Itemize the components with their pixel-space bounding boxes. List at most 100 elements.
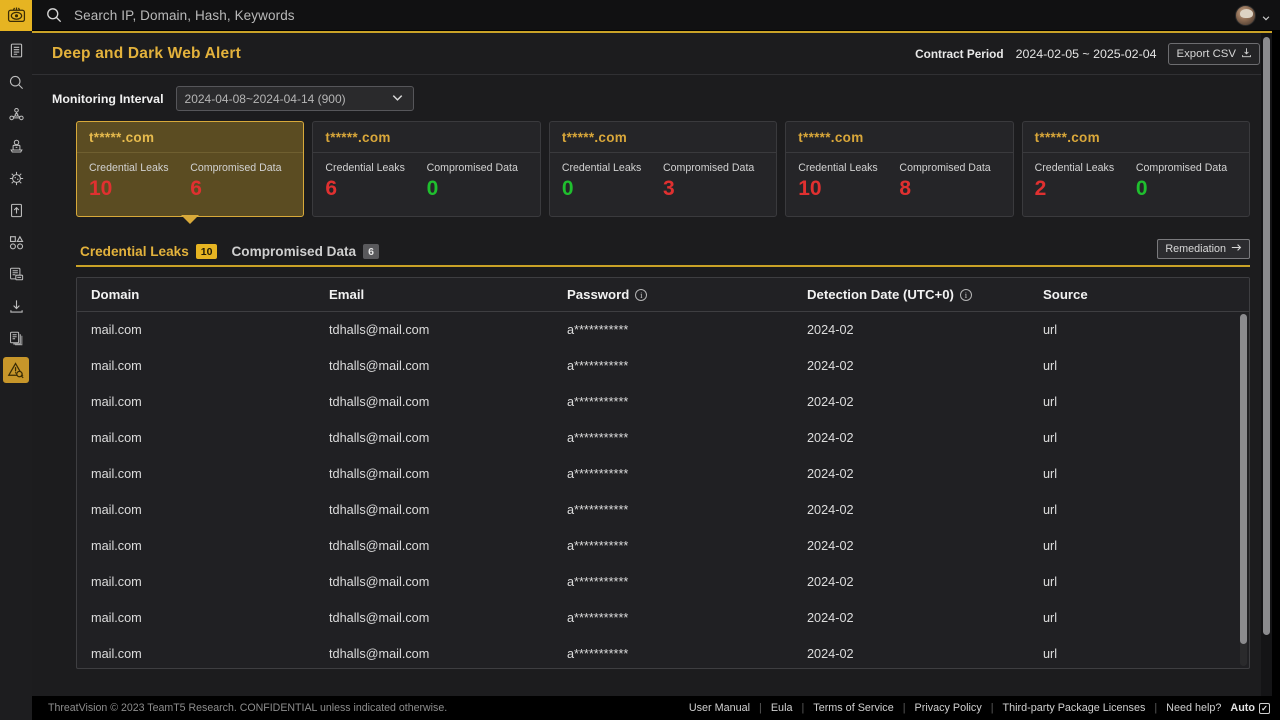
alert-triangle-search-icon	[7, 361, 25, 379]
domain-card[interactable]: t*****.com Credential Leaks 6 Compromise…	[312, 121, 541, 217]
domain-card[interactable]: t*****.com Credential Leaks 2 Compromise…	[1021, 121, 1251, 217]
sidebar-item-malware[interactable]	[3, 165, 29, 191]
avatar[interactable]	[1235, 4, 1256, 26]
application-window: Deep and Dark Web Alert Contract Period …	[0, 0, 1280, 720]
info-icon[interactable]: i	[635, 288, 648, 301]
column-header-domain[interactable]: Domain	[77, 287, 315, 302]
sidebar-item-sandbox-upload[interactable]	[3, 197, 29, 223]
sidebar-item-reports[interactable]	[3, 37, 29, 63]
cell-domain: mail.com	[91, 503, 142, 517]
metric-compromised-data: Compromised Data 3	[663, 162, 764, 202]
footer-links: User Manual | Eula | Terms of Service | …	[689, 702, 1270, 714]
export-csv-label: Export CSV	[1176, 47, 1236, 60]
table-scrollbar[interactable]	[1240, 314, 1247, 666]
cell-detection-date: 2024-02	[807, 575, 854, 589]
cell-source: url	[1043, 539, 1058, 553]
metric-value: 10	[798, 177, 822, 200]
column-header-email[interactable]: Email	[315, 287, 553, 302]
cell-password: a***********	[567, 359, 629, 373]
table-row[interactable]: mail.com tdhalls@mail.com a*********** 2…	[77, 600, 1249, 636]
metric-credential-leaks: Credential Leaks 10	[798, 162, 899, 202]
table-row[interactable]: mail.com tdhalls@mail.com a*********** 2…	[77, 420, 1249, 456]
sidebar-item-search[interactable]	[3, 69, 29, 95]
user-menu[interactable]	[1235, 4, 1280, 26]
column-header-password[interactable]: Password i	[553, 287, 793, 302]
metric-compromised-data: Compromised Data 8	[899, 162, 1000, 202]
page-scrollbar[interactable]	[1261, 33, 1272, 698]
footer-link-user-manual[interactable]: User Manual	[689, 702, 750, 714]
table-scrollbar-thumb[interactable]	[1240, 314, 1247, 644]
chevron-down-icon[interactable]	[1261, 10, 1271, 21]
metric-value: 0	[561, 177, 574, 200]
footer-link-third-party-licenses[interactable]: Third-party Package Licenses	[1003, 702, 1146, 714]
tab-count-badge: 6	[363, 244, 379, 259]
footer-link-eula[interactable]: Eula	[771, 702, 793, 714]
table-row[interactable]: mail.com tdhalls@mail.com a*********** 2…	[77, 348, 1249, 384]
table-row[interactable]: mail.com tdhalls@mail.com a*********** 2…	[77, 456, 1249, 492]
column-header-source[interactable]: Source	[1029, 287, 1249, 302]
table-row[interactable]: mail.com tdhalls@mail.com a*********** 2…	[77, 636, 1249, 668]
cell-password: a***********	[567, 611, 629, 625]
document-list-icon	[8, 42, 25, 59]
remediation-button[interactable]: Remediation	[1157, 239, 1250, 259]
divider: |	[1154, 702, 1158, 714]
cell-domain: mail.com	[91, 359, 142, 373]
tab-label: Credential Leaks	[80, 244, 189, 259]
search-input[interactable]	[74, 7, 574, 23]
info-icon[interactable]: i	[959, 288, 972, 301]
monitoring-interval-select[interactable]: 2024-04-08~2024-04-14 (900)	[175, 86, 414, 111]
sidebar-item-feeds[interactable]	[3, 261, 29, 287]
domain-card-title: t*****.com	[89, 130, 155, 145]
auto-toggle[interactable]: Auto ✓	[1230, 702, 1270, 714]
sidebar-item-adversary[interactable]	[3, 133, 29, 159]
tab-credential-leaks[interactable]: Credential Leaks 10	[76, 244, 227, 259]
cell-password: a***********	[567, 539, 629, 553]
cell-source: url	[1043, 359, 1058, 373]
sidebar-nav	[0, 31, 32, 720]
metric-compromised-data: Compromised Data 6	[190, 162, 291, 202]
search-icon	[46, 7, 62, 23]
domain-card[interactable]: t*****.com Credential Leaks 10 Compromis…	[785, 121, 1014, 217]
threatvision-logo-icon[interactable]	[0, 0, 32, 31]
magnifier-icon	[8, 74, 25, 91]
metric-label: Compromised Data	[899, 162, 991, 174]
cell-email: tdhalls@mail.com	[329, 503, 430, 517]
sidebar-item-threat-graph[interactable]	[3, 101, 29, 127]
metric-label: Compromised Data	[426, 162, 518, 174]
footer-link-need-help[interactable]: Need help?	[1166, 702, 1221, 714]
domain-card-header: t*****.com	[549, 122, 777, 153]
cell-password: a***********	[567, 395, 629, 409]
sidebar-item-collections[interactable]	[3, 325, 29, 351]
cell-email: tdhalls@mail.com	[329, 575, 430, 589]
footer-link-privacy-policy[interactable]: Privacy Policy	[915, 702, 982, 714]
domain-card[interactable]: t*****.com Credential Leaks 0 Compromise…	[548, 121, 778, 217]
article-comment-icon	[8, 266, 25, 283]
sidebar-item-ioc-shapes[interactable]	[3, 229, 29, 255]
checkbox-checked-icon[interactable]: ✓	[1259, 702, 1270, 714]
footer-link-terms-of-service[interactable]: Terms of Service	[813, 702, 893, 714]
cell-password: a***********	[567, 647, 629, 661]
shapes-icon	[8, 234, 25, 251]
domain-card-metrics: Credential Leaks 10 Compromised Data 8	[786, 153, 1012, 216]
table-row[interactable]: mail.com tdhalls@mail.com a*********** 2…	[77, 528, 1249, 564]
table-row[interactable]: mail.com tdhalls@mail.com a*********** 2…	[77, 312, 1249, 348]
table-row[interactable]: mail.com tdhalls@mail.com a*********** 2…	[77, 384, 1249, 420]
sidebar-item-downloads[interactable]	[3, 293, 29, 319]
global-search[interactable]	[32, 0, 1235, 31]
table-row[interactable]: mail.com tdhalls@mail.com a*********** 2…	[77, 492, 1249, 528]
sidebar-item-alerts[interactable]	[3, 357, 29, 383]
cell-email: tdhalls@mail.com	[329, 323, 430, 337]
export-csv-button[interactable]: Export CSV	[1168, 42, 1260, 65]
domain-card-metrics: Credential Leaks 6 Compromised Data 0	[313, 153, 539, 216]
cell-detection-date: 2024-02	[807, 503, 854, 517]
network-graph-icon	[8, 106, 25, 123]
metric-label: Compromised Data	[663, 162, 755, 174]
tab-compromised-data[interactable]: Compromised Data 6	[227, 244, 388, 259]
table-row[interactable]: mail.com tdhalls@mail.com a*********** 2…	[77, 564, 1249, 600]
column-header-detection-date[interactable]: Detection Date (UTC+0) i	[793, 287, 1029, 302]
page-scrollbar-thumb[interactable]	[1263, 37, 1270, 635]
page-header-actions: Contract Period 2024-02-05 ~ 2025-02-04 …	[915, 42, 1260, 65]
domain-card[interactable]: t*****.com Credential Leaks 10 Compromis…	[76, 121, 305, 224]
cell-domain: mail.com	[91, 395, 142, 409]
domain-card-title: t*****.com	[325, 130, 391, 145]
